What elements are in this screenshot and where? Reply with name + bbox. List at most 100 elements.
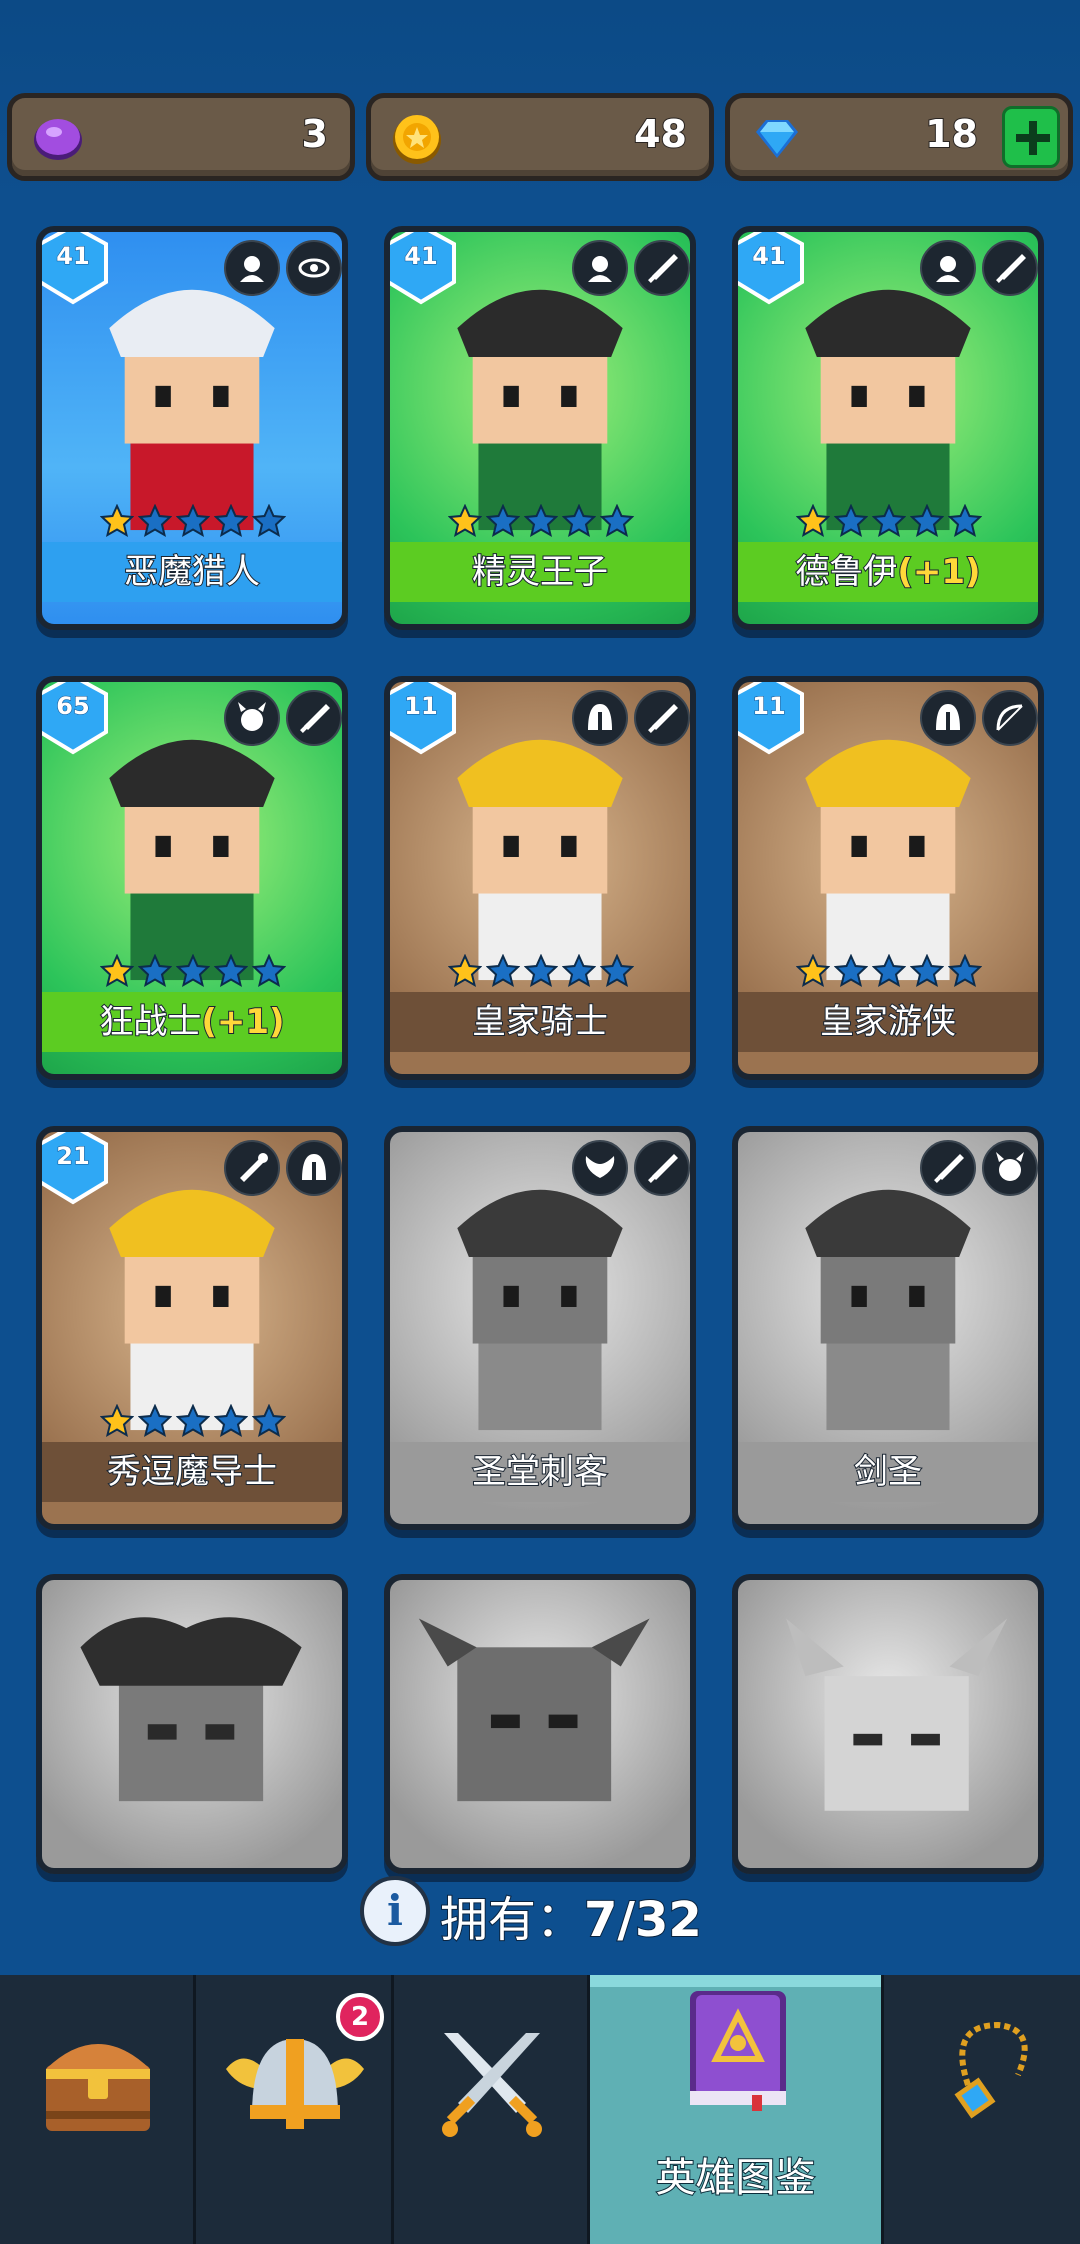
gem-count: 3: [301, 111, 329, 157]
bottom-navigation: 2 英雄图鉴: [0, 1975, 1080, 2244]
hero-name-text: 狂战士: [98, 1001, 202, 1043]
star-empty-icon: [252, 954, 286, 988]
class-demon-icon: [224, 690, 280, 746]
class-helmet-icon: [572, 690, 628, 746]
add-diamonds-button[interactable]: [1002, 106, 1060, 168]
hero-card[interactable]: 狂战士(+1) 65: [36, 676, 348, 1080]
star-rating: [448, 954, 634, 988]
tab-heroes[interactable]: 2: [196, 1975, 394, 2244]
coin-count: 48: [633, 111, 688, 157]
info-icon[interactable]: i: [360, 1876, 430, 1946]
star-filled-icon: [100, 954, 134, 988]
star-empty-icon: [252, 504, 286, 538]
star-rating: [796, 954, 982, 988]
level-badge-icon: [738, 232, 804, 305]
hero-card[interactable]: 德鲁伊(+1) 41: [732, 226, 1044, 630]
diamond-icon: [756, 120, 798, 158]
hero-name: 皇家游侠: [738, 992, 1038, 1052]
hero-card[interactable]: 圣堂刺客: [384, 1126, 696, 1530]
star-empty-icon: [910, 504, 944, 538]
star-filled-icon: [100, 1404, 134, 1438]
notification-badge: 2: [336, 1993, 384, 2041]
star-filled-icon: [448, 954, 482, 988]
star-filled-icon: [448, 504, 482, 538]
level-badge-icon: [738, 682, 804, 755]
class-wings-icon: [572, 1140, 628, 1196]
tab-hero-codex-label: 英雄图鉴: [655, 2154, 817, 2202]
star-empty-icon: [138, 504, 172, 538]
star-empty-icon: [872, 504, 906, 538]
locked-hero-art: [80, 1617, 302, 1802]
class-sword-icon: [982, 240, 1038, 296]
hero-name: 秀逗魔导士: [42, 1442, 342, 1502]
star-empty-icon: [948, 954, 982, 988]
star-empty-icon: [562, 504, 596, 538]
class-bow-icon: [982, 690, 1038, 746]
level-badge-icon: [42, 232, 108, 305]
star-empty-icon: [562, 954, 596, 988]
tab-chest[interactable]: [0, 1975, 196, 2244]
hero-name: 德鲁伊(+1): [738, 542, 1038, 602]
star-empty-icon: [834, 954, 868, 988]
purple-gem-icon: [34, 119, 82, 160]
owned-count: 7/32: [583, 1891, 703, 1949]
hero-name: 狂战士(+1): [42, 992, 342, 1052]
star-empty-icon: [176, 954, 210, 988]
star-empty-icon: [486, 954, 520, 988]
gem-counter: 3: [7, 93, 355, 181]
class-helmet-icon: [286, 1140, 342, 1196]
tab-equipment[interactable]: [884, 1975, 1080, 2244]
class-eye-icon: [286, 240, 342, 296]
class-sword-icon: [286, 690, 342, 746]
hero-card[interactable]: 精灵王子 41: [384, 226, 696, 630]
hero-card[interactable]: 皇家骑士 11: [384, 676, 696, 1080]
hero-name: 恶魔猎人: [42, 542, 342, 602]
collection-summary: i 拥有：7/32: [0, 1872, 1080, 1952]
star-empty-icon: [252, 1404, 286, 1438]
tab-hero-codex[interactable]: 英雄图鉴: [590, 1975, 884, 2244]
hero-name-text: 皇家骑士: [471, 1001, 609, 1043]
class-elf-icon: [224, 240, 280, 296]
class-demon-icon: [982, 1140, 1038, 1196]
hero-name-text: 剑圣: [853, 1451, 923, 1493]
star-empty-icon: [948, 504, 982, 538]
level-badge-icon: [42, 682, 108, 755]
hero-card[interactable]: 剑圣: [732, 1126, 1044, 1530]
star-empty-icon: [138, 954, 172, 988]
star-empty-icon: [600, 954, 634, 988]
hero-name-text: 圣堂刺客: [471, 1451, 609, 1493]
star-empty-icon: [214, 504, 248, 538]
hero-card[interactable]: 秀逗魔导士 21: [36, 1126, 348, 1530]
star-empty-icon: [524, 504, 558, 538]
hero-name-text: 精灵王子: [471, 551, 609, 593]
hero-name-text: 德鲁伊: [794, 551, 898, 593]
tab-battle[interactable]: [394, 1975, 590, 2244]
hero-card-locked[interactable]: [36, 1574, 348, 1874]
hero-name: 圣堂刺客: [390, 1442, 690, 1502]
star-filled-icon: [100, 504, 134, 538]
hero-book-icon: [690, 1991, 786, 2111]
treasure-chest-icon: [46, 2044, 150, 2131]
hero-card[interactable]: 恶魔猎人 41: [36, 226, 348, 630]
class-sword-icon: [634, 690, 690, 746]
locked-hero-art: [418, 1618, 650, 1802]
star-rating: [100, 504, 286, 538]
level-badge-icon: [42, 1132, 108, 1205]
hero-name-text: 秀逗魔导士: [106, 1451, 278, 1493]
hero-card-locked[interactable]: [732, 1574, 1044, 1874]
star-empty-icon: [600, 504, 634, 538]
locked-hero-art: [786, 1618, 1008, 1811]
star-filled-icon: [796, 954, 830, 988]
hero-name: 剑圣: [738, 1442, 1038, 1502]
star-rating: [796, 504, 982, 538]
crossed-swords-icon: [442, 2033, 542, 2137]
hero-name: 皇家骑士: [390, 992, 690, 1052]
star-empty-icon: [176, 1404, 210, 1438]
diamond-counter: 18: [725, 93, 1073, 181]
hero-card[interactable]: 皇家游侠 11: [732, 676, 1044, 1080]
hero-name-text: 皇家游侠: [819, 1001, 957, 1043]
class-sword-icon: [920, 1140, 976, 1196]
class-wand-icon: [224, 1140, 280, 1196]
owned-label: 拥有：: [439, 1891, 585, 1949]
hero-card-locked[interactable]: [384, 1574, 696, 1874]
